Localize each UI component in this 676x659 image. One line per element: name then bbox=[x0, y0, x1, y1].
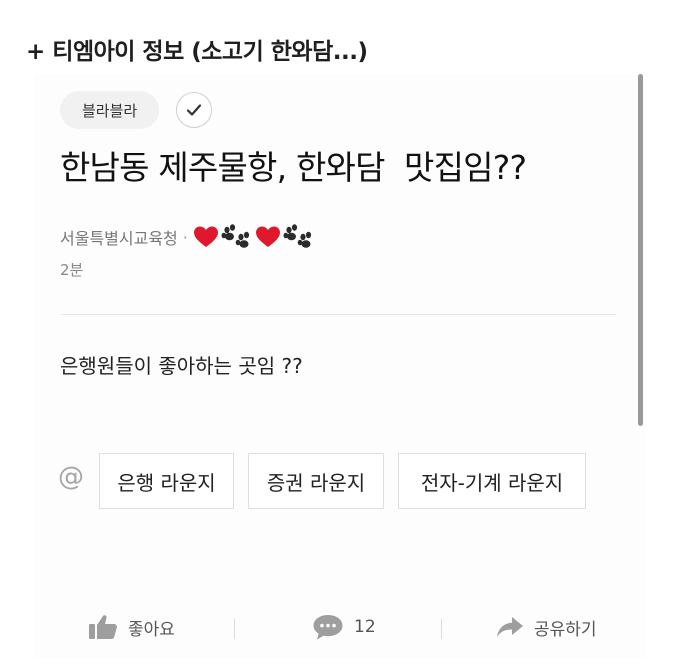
thumbs-up-icon bbox=[89, 615, 117, 639]
author-row: 서울특별시교육청 · bbox=[60, 223, 317, 251]
tag-lounge-securities[interactable]: 증권 라운지 bbox=[248, 453, 384, 509]
comment-button[interactable]: 12 bbox=[312, 611, 376, 643]
heart-icon bbox=[193, 226, 218, 247]
comment-icon bbox=[313, 615, 343, 640]
comment-count: 12 bbox=[354, 617, 376, 637]
board-title[interactable]: + 티엠아이 정보 (소고기 한와담...) bbox=[26, 32, 368, 66]
share-label: 공유하기 bbox=[534, 619, 597, 640]
post-body: 은행원들이 좋아하는 곳임 ?? bbox=[60, 354, 303, 378]
like-button[interactable]: 좋아요 bbox=[88, 611, 175, 643]
checkmark-icon bbox=[186, 104, 202, 116]
action-divider bbox=[441, 619, 442, 639]
share-button[interactable]: 공유하기 bbox=[496, 611, 597, 643]
paw-icon bbox=[283, 224, 311, 248]
heart-icon bbox=[255, 226, 280, 247]
read-time: 2분 bbox=[60, 261, 84, 279]
action-bar: 좋아요 12 공유하기 bbox=[34, 597, 646, 657]
tag-lounge-bank[interactable]: 은행 라운지 bbox=[99, 453, 234, 509]
divider bbox=[60, 314, 616, 315]
check-button[interactable] bbox=[176, 92, 212, 128]
like-label: 좋아요 bbox=[128, 619, 175, 640]
separator-dot: · bbox=[182, 227, 188, 247]
paw-icon bbox=[221, 224, 249, 248]
action-divider bbox=[234, 619, 235, 639]
post-title: 한남동 제주물항, 한와담 맛집임?? bbox=[60, 148, 527, 187]
author-name[interactable]: 서울특별시교육청 bbox=[60, 225, 178, 249]
scrollbar-thumb[interactable] bbox=[638, 74, 643, 426]
category-chip[interactable]: 블라블라 bbox=[60, 91, 160, 129]
mention-icon: @ bbox=[58, 462, 84, 492]
share-arrow-icon bbox=[497, 617, 523, 637]
tag-lounge-electronics[interactable]: 전자-기계 라운지 bbox=[398, 453, 586, 509]
